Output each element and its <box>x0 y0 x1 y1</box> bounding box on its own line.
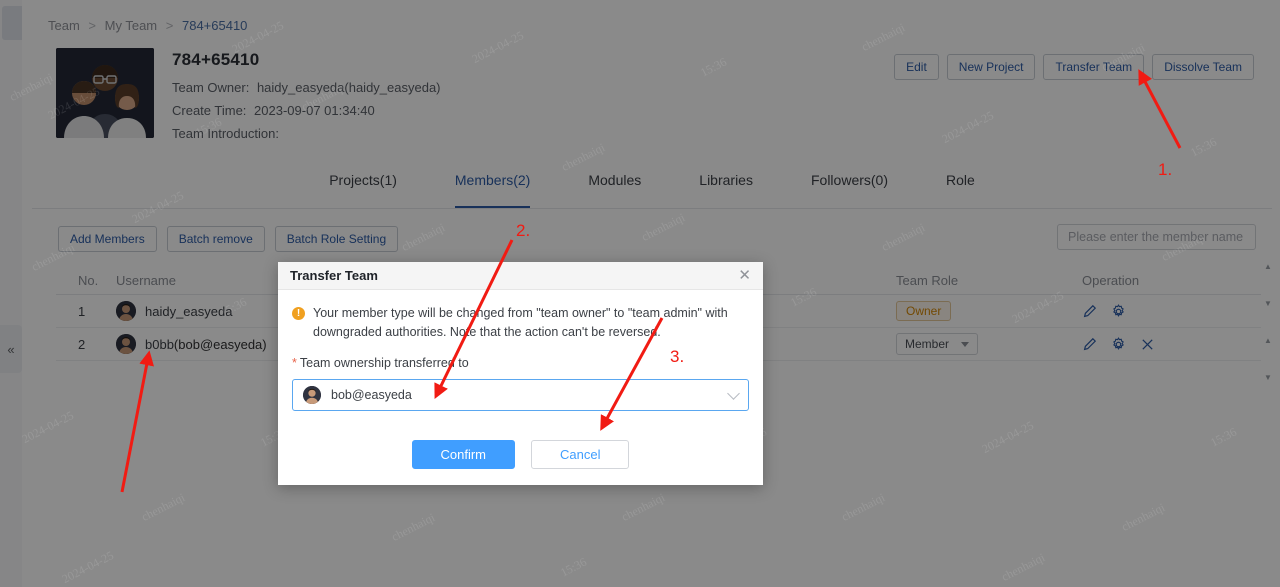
required-mark: * <box>292 356 297 370</box>
chevron-down-icon <box>727 386 740 400</box>
warning-message: ! Your member type will be changed from … <box>292 304 749 342</box>
warning-text: Your member type will be changed from "t… <box>313 306 728 339</box>
close-icon[interactable]: ✕ <box>738 268 751 283</box>
warning-icon: ! <box>292 307 305 320</box>
transfer-target-value: bob@easyeda <box>331 388 412 402</box>
dialog-footer: Confirm Cancel <box>292 440 749 485</box>
avatar <box>303 386 321 404</box>
transfer-team-dialog: Transfer Team ✕ ! Your member type will … <box>278 262 763 485</box>
dialog-title: Transfer Team <box>290 268 378 283</box>
transfer-target-select[interactable]: bob@easyeda <box>292 379 749 411</box>
transfer-field-label: * Team ownership transferred to <box>292 356 749 370</box>
dialog-header: Transfer Team ✕ <box>278 262 763 290</box>
cancel-button[interactable]: Cancel <box>531 440 630 469</box>
dialog-body: ! Your member type will be changed from … <box>278 290 763 485</box>
confirm-button[interactable]: Confirm <box>411 440 516 469</box>
field-label-text: Team ownership transferred to <box>299 356 469 370</box>
